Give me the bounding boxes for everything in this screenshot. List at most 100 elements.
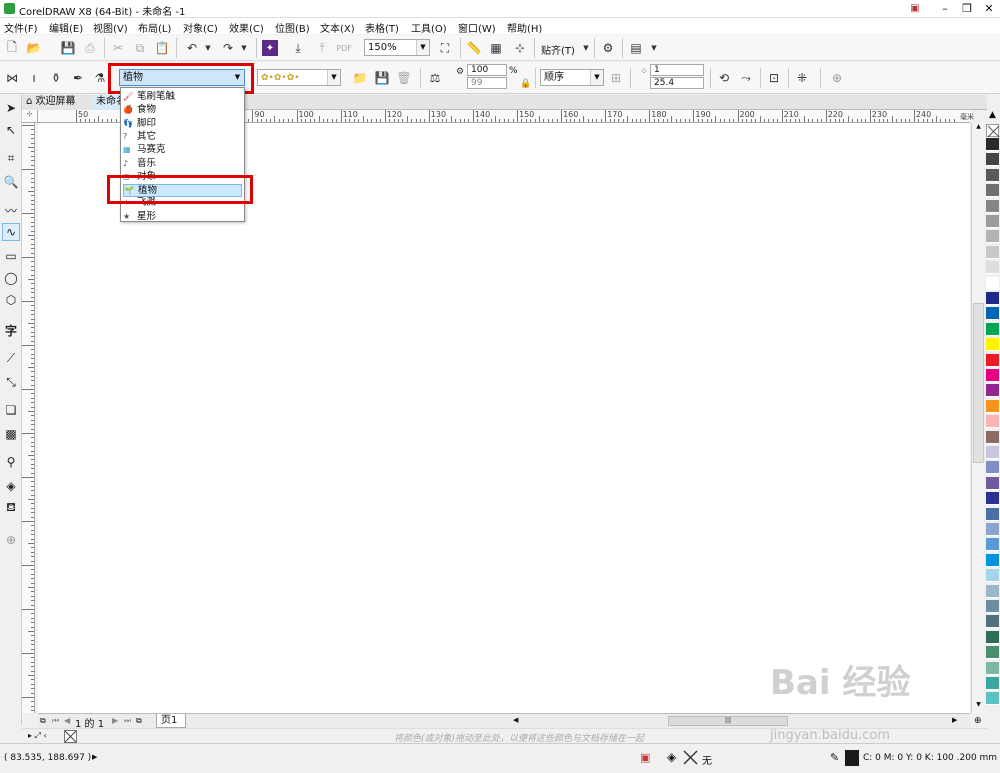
menu-layout[interactable]: 布局(L)	[138, 20, 171, 35]
color-swatch[interactable]	[986, 369, 999, 382]
scroll-down-icon[interactable]: ▼	[973, 701, 984, 711]
color-swatch[interactable]	[986, 692, 999, 706]
page-next-icon[interactable]: ▶	[112, 716, 118, 725]
application-launcher-icon[interactable]: ▤	[628, 40, 644, 56]
color-swatch[interactable]	[986, 492, 999, 506]
text-tool-icon[interactable]: 字	[2, 321, 20, 339]
dropdown-item[interactable]: 👣 脚印	[123, 118, 242, 131]
menu-view[interactable]: 视图(V)	[93, 20, 128, 35]
save-artistic-stroke-icon[interactable]: 💾	[374, 70, 390, 86]
scroll-up-icon[interactable]: ▲	[973, 123, 984, 133]
color-proofing-icon[interactable]: ▣	[640, 751, 650, 764]
page-first-arrow-icon[interactable]: ⏮	[52, 716, 59, 726]
color-swatch[interactable]	[986, 615, 999, 629]
copy-icon[interactable]: ⧉	[132, 40, 148, 56]
calligraphic-icon[interactable]: ✒	[70, 70, 86, 86]
page-prev-icon[interactable]: ◀	[64, 716, 70, 725]
undo-icon[interactable]: ↶	[184, 40, 200, 56]
cut-icon[interactable]: ✂	[110, 40, 126, 56]
new-document-icon[interactable]: 🗋	[4, 40, 20, 56]
color-swatch[interactable]	[986, 245, 999, 259]
vertical-scroll-thumb[interactable]	[973, 303, 984, 463]
color-swatch[interactable]	[986, 476, 999, 490]
delete-icon[interactable]: 🗑	[396, 70, 412, 86]
minimize-button[interactable]: –	[938, 2, 952, 16]
add-tool-icon[interactable]: ⊕	[2, 531, 20, 549]
outline-pen-icon[interactable]: ✎	[830, 751, 839, 764]
show-grid-icon[interactable]: ▦	[488, 40, 504, 56]
ellipse-tool-icon[interactable]: ◯	[2, 269, 20, 287]
menu-tools[interactable]: 工具(O)	[411, 20, 447, 35]
color-swatch[interactable]	[986, 661, 999, 675]
page-first-icon[interactable]: ⧉	[40, 716, 46, 726]
coords-expand-icon[interactable]: ▶	[92, 753, 97, 761]
zoom-navigator-icon[interactable]: ⊕	[974, 716, 982, 726]
freehand-tool-icon[interactable]: 〰	[2, 201, 20, 219]
color-swatch[interactable]	[986, 184, 999, 198]
color-swatch[interactable]	[986, 677, 999, 690]
smart-fill-tool-icon[interactable]: ⛾	[2, 499, 20, 517]
spray-order-select[interactable]: 顺序 ▼	[540, 69, 604, 86]
palette-scroll-up-icon[interactable]: ▲	[985, 110, 1000, 124]
pick-tool-icon[interactable]: ➤	[2, 99, 20, 117]
restore-button[interactable]: ❐	[960, 2, 974, 16]
polygon-tool-icon[interactable]: ⬡	[2, 291, 20, 309]
color-swatch[interactable]	[986, 630, 999, 644]
interactive-fill-tool-icon[interactable]: ◈	[2, 477, 20, 495]
rotation-icon[interactable]: ⟲	[716, 70, 732, 86]
color-swatch[interactable]	[986, 307, 999, 321]
shape-tool-icon[interactable]: ↖	[2, 121, 20, 139]
color-swatch[interactable]	[986, 384, 999, 398]
color-swatch[interactable]	[986, 353, 999, 367]
parallel-dimension-tool-icon[interactable]: ⟋	[2, 349, 20, 367]
offset-icon[interactable]: ⤳	[738, 70, 754, 86]
menu-help[interactable]: 帮助(H)	[507, 20, 542, 35]
publish-pdf-icon[interactable]: PDF	[336, 40, 352, 56]
transparency-tool-icon[interactable]: ▩	[2, 425, 20, 443]
menu-text[interactable]: 文本(X)	[320, 20, 355, 35]
launcher-dropdown-icon[interactable]: ▼	[646, 40, 662, 56]
color-swatch[interactable]	[986, 230, 999, 244]
color-swatch[interactable]	[986, 646, 999, 660]
dropdown-item[interactable]: 🖌 笔刷笔触	[123, 91, 242, 104]
color-swatch[interactable]	[986, 461, 999, 475]
color-swatch[interactable]	[986, 199, 999, 213]
no-color-icon[interactable]	[64, 730, 77, 743]
open-folder-icon[interactable]: 📂	[26, 40, 42, 56]
add-to-spray-list-icon[interactable]: ⊞	[608, 70, 624, 86]
no-color-swatch[interactable]	[986, 124, 1000, 138]
save-icon[interactable]: 💾	[60, 40, 76, 56]
dropdown-item[interactable]: 🍎 食物	[123, 104, 242, 117]
dabs-field[interactable]: 1	[650, 64, 704, 76]
redo-icon[interactable]: ↷	[220, 40, 236, 56]
reset-values-icon[interactable]: ⊡	[766, 70, 782, 86]
add-page-icon[interactable]: ⧉	[136, 716, 142, 726]
options-gear-icon[interactable]: ⚙	[600, 40, 616, 56]
rectangle-tool-icon[interactable]: ▭	[2, 247, 20, 265]
import-icon[interactable]: ⤓	[290, 40, 306, 56]
color-swatch[interactable]	[986, 168, 999, 182]
pressure-icon[interactable]: ⚗	[92, 70, 108, 86]
color-swatch[interactable]	[986, 415, 999, 429]
size-of-objects-icon[interactable]: ⚖	[427, 70, 443, 86]
snap-dropdown-icon[interactable]: ▼	[578, 40, 594, 56]
color-swatch[interactable]	[986, 338, 999, 352]
fill-bucket-icon[interactable]: ◈	[667, 750, 676, 764]
color-swatch[interactable]	[986, 153, 999, 167]
lock-icon[interactable]: 🔒	[518, 76, 534, 92]
browse-folder-icon[interactable]: 📁	[352, 70, 368, 86]
color-swatch[interactable]	[986, 322, 999, 336]
palette-menu-icon[interactable]: ▸ ⤢ ‹	[28, 731, 47, 741]
export-icon[interactable]: ⤒	[314, 40, 330, 56]
outline-color-swatch[interactable]	[845, 750, 859, 766]
color-swatch[interactable]	[986, 523, 999, 536]
artistic-media-preset-icon[interactable]: ⋈	[4, 70, 20, 86]
color-swatch[interactable]	[986, 215, 999, 228]
eyedropper-tool-icon[interactable]: ⚲	[2, 453, 20, 471]
spacing-field[interactable]: 25.4	[650, 77, 704, 89]
page-last-icon[interactable]: ⏭	[124, 716, 131, 726]
dropdown-item[interactable]: ♪ 音乐	[123, 158, 242, 171]
color-swatch[interactable]	[986, 600, 999, 613]
spray-size-alt-field[interactable]: 99	[467, 77, 507, 89]
menu-bitmaps[interactable]: 位图(B)	[275, 20, 310, 35]
